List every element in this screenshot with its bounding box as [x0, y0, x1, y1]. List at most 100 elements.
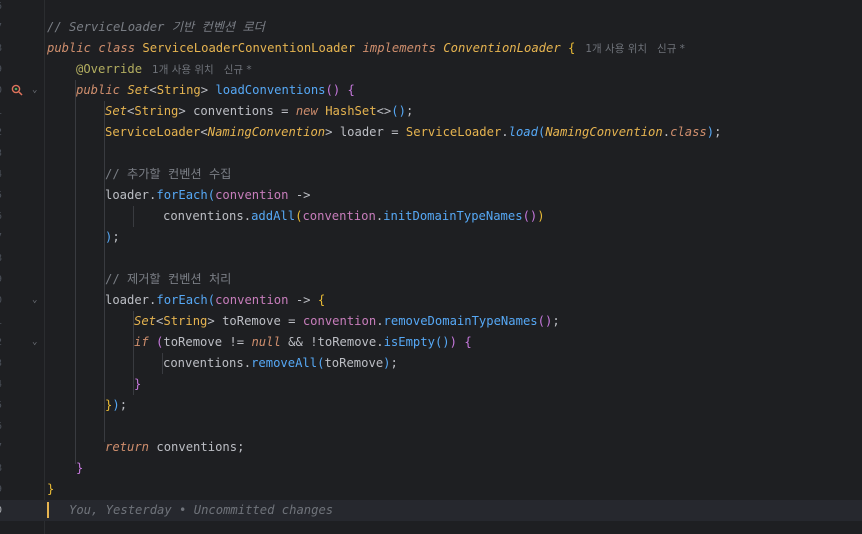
variable: toRemove: [324, 356, 384, 370]
code-line[interactable]: 6: [0, 0, 862, 17]
line-number: 7: [0, 437, 6, 458]
line-number: 9: [0, 269, 6, 290]
code-comment: // 제거할 컨벤션 처리: [105, 272, 232, 286]
lambda-param: convention: [302, 314, 377, 328]
usage-hint[interactable]: 1개 사용 위치 신규 *: [585, 43, 685, 55]
code-line[interactable]: 7 );: [0, 227, 862, 248]
method-call: isEmpty: [383, 335, 435, 349]
method-call: initDomainTypeNames: [383, 209, 523, 223]
type-name: String: [163, 314, 208, 328]
type-name: ServiceLoader: [405, 125, 502, 139]
line-number: 9: [0, 59, 6, 80]
method-call: addAll: [251, 209, 296, 223]
type-name: Set: [134, 314, 157, 328]
code-comment: // 추가할 컨벤션 수집: [105, 167, 232, 181]
type-name: String: [156, 83, 201, 97]
line-number: 6: [0, 0, 6, 17]
code-line[interactable]: 9 // 제거할 컨벤션 처리: [0, 269, 862, 290]
line-number: 3: [0, 143, 6, 164]
chevron-down-icon[interactable]: ⌄: [32, 332, 42, 353]
type-name: String: [134, 104, 179, 118]
line-number: 6: [0, 206, 6, 227]
implements-method-icon[interactable]: [11, 84, 23, 96]
method-name: loadConventions: [215, 83, 326, 97]
code-line[interactable]: 9 }: [0, 479, 862, 500]
variable: conventions: [163, 209, 244, 223]
keyword: new: [295, 104, 318, 118]
variable: conventions: [163, 356, 244, 370]
chevron-down-icon[interactable]: ⌄: [32, 80, 42, 101]
type-name: NamingConvention: [207, 125, 326, 139]
line-number: 4: [0, 164, 6, 185]
code-line[interactable]: 5 loader.forEach(convention ->: [0, 185, 862, 206]
code-line[interactable]: 6 conventions.addAll(convention.initDoma…: [0, 206, 862, 227]
line-number: 4: [0, 374, 6, 395]
usage-hint[interactable]: 1개 사용 위치 신규 *: [152, 64, 252, 76]
code-line[interactable]: 4 }: [0, 374, 862, 395]
line-number: 5: [0, 395, 6, 416]
chevron-down-icon[interactable]: ⌄: [32, 290, 42, 311]
code-line[interactable]: 7 return conventions;: [0, 437, 862, 458]
variable: toRemove: [222, 314, 281, 328]
type-name: HashSet: [325, 104, 377, 118]
method-call: forEach: [156, 188, 208, 202]
code-line[interactable]: 5 });: [0, 395, 862, 416]
variable: toRemove: [317, 335, 377, 349]
type-name: Set: [127, 83, 150, 97]
code-line[interactable]: 8 public class ServiceLoaderConventionLo…: [0, 38, 862, 59]
line-number: 2: [0, 332, 6, 353]
code-line[interactable]: 1 Set<String> conventions = new HashSet<…: [0, 101, 862, 122]
line-number: 2: [0, 122, 6, 143]
code-editor[interactable]: 6 7 // ServiceLoader 기반 컨벤션 로더 8 public …: [0, 0, 862, 534]
line-number: 9: [0, 479, 6, 500]
line-number: 6: [0, 416, 6, 437]
lambda-param: convention: [302, 209, 376, 223]
line-number: 0: [0, 80, 6, 101]
code-line[interactable]: 9 @Override 1개 사용 위치 신규 *: [0, 59, 862, 80]
keyword: class: [670, 125, 707, 139]
code-line[interactable]: 2 ⌄ if (toRemove != null && !toRemove.is…: [0, 332, 862, 353]
code-line[interactable]: 3 conventions.removeAll(toRemove);: [0, 353, 862, 374]
line-number: 1: [0, 311, 6, 332]
lambda-param: convention: [215, 293, 289, 307]
brace: {: [568, 41, 576, 55]
method-call: removeDomainTypeNames: [383, 314, 538, 328]
keyword: public: [47, 41, 92, 55]
line-number: 7: [0, 17, 6, 38]
method-call: removeAll: [251, 356, 318, 370]
variable: toRemove: [163, 335, 223, 349]
code-line[interactable]: 7 // ServiceLoader 기반 컨벤션 로더: [0, 17, 862, 38]
text-caret: [47, 502, 49, 518]
method-call: load: [508, 125, 538, 139]
line-number: 5: [0, 185, 6, 206]
keyword: public: [76, 83, 121, 97]
annotation: @Override: [76, 62, 143, 76]
keyword: class: [98, 41, 136, 55]
line-number: 1: [0, 101, 6, 122]
type-name: ServiceLoader: [105, 125, 201, 139]
variable: conventions: [156, 440, 238, 454]
type-name: NamingConvention: [545, 125, 663, 139]
variable: loader: [105, 293, 150, 307]
lambda-param: convention: [215, 188, 289, 202]
code-line[interactable]: 0 ⌄ public Set<String> loadConventions()…: [0, 80, 862, 101]
code-line[interactable]: 4 // 추가할 컨벤션 수집: [0, 164, 862, 185]
line-number: 8: [0, 38, 6, 59]
keyword: if: [134, 335, 149, 349]
code-line[interactable]: 3: [0, 143, 862, 164]
keyword: implements: [362, 41, 436, 55]
line-number: 3: [0, 353, 6, 374]
code-line[interactable]: 2 ServiceLoader<NamingConvention> loader…: [0, 122, 862, 143]
current-line[interactable]: 0 You, Yesterday • Uncommitted changes: [0, 500, 862, 521]
code-line[interactable]: 8 }: [0, 458, 862, 479]
class-name: ServiceLoaderConventionLoader: [142, 41, 356, 55]
code-comment: // ServiceLoader 기반 컨벤션 로더: [47, 20, 265, 34]
code-line[interactable]: 6: [0, 416, 862, 437]
code-line[interactable]: 8: [0, 248, 862, 269]
type-name: Set: [105, 104, 128, 118]
code-line[interactable]: 0 ⌄ loader.forEach(convention -> {: [0, 290, 862, 311]
code-line[interactable]: 1 Set<String> toRemove = convention.remo…: [0, 311, 862, 332]
line-number: 0: [0, 500, 6, 521]
git-blame-annotation[interactable]: You, Yesterday • Uncommitted changes: [69, 503, 333, 517]
keyword: null: [251, 335, 281, 349]
